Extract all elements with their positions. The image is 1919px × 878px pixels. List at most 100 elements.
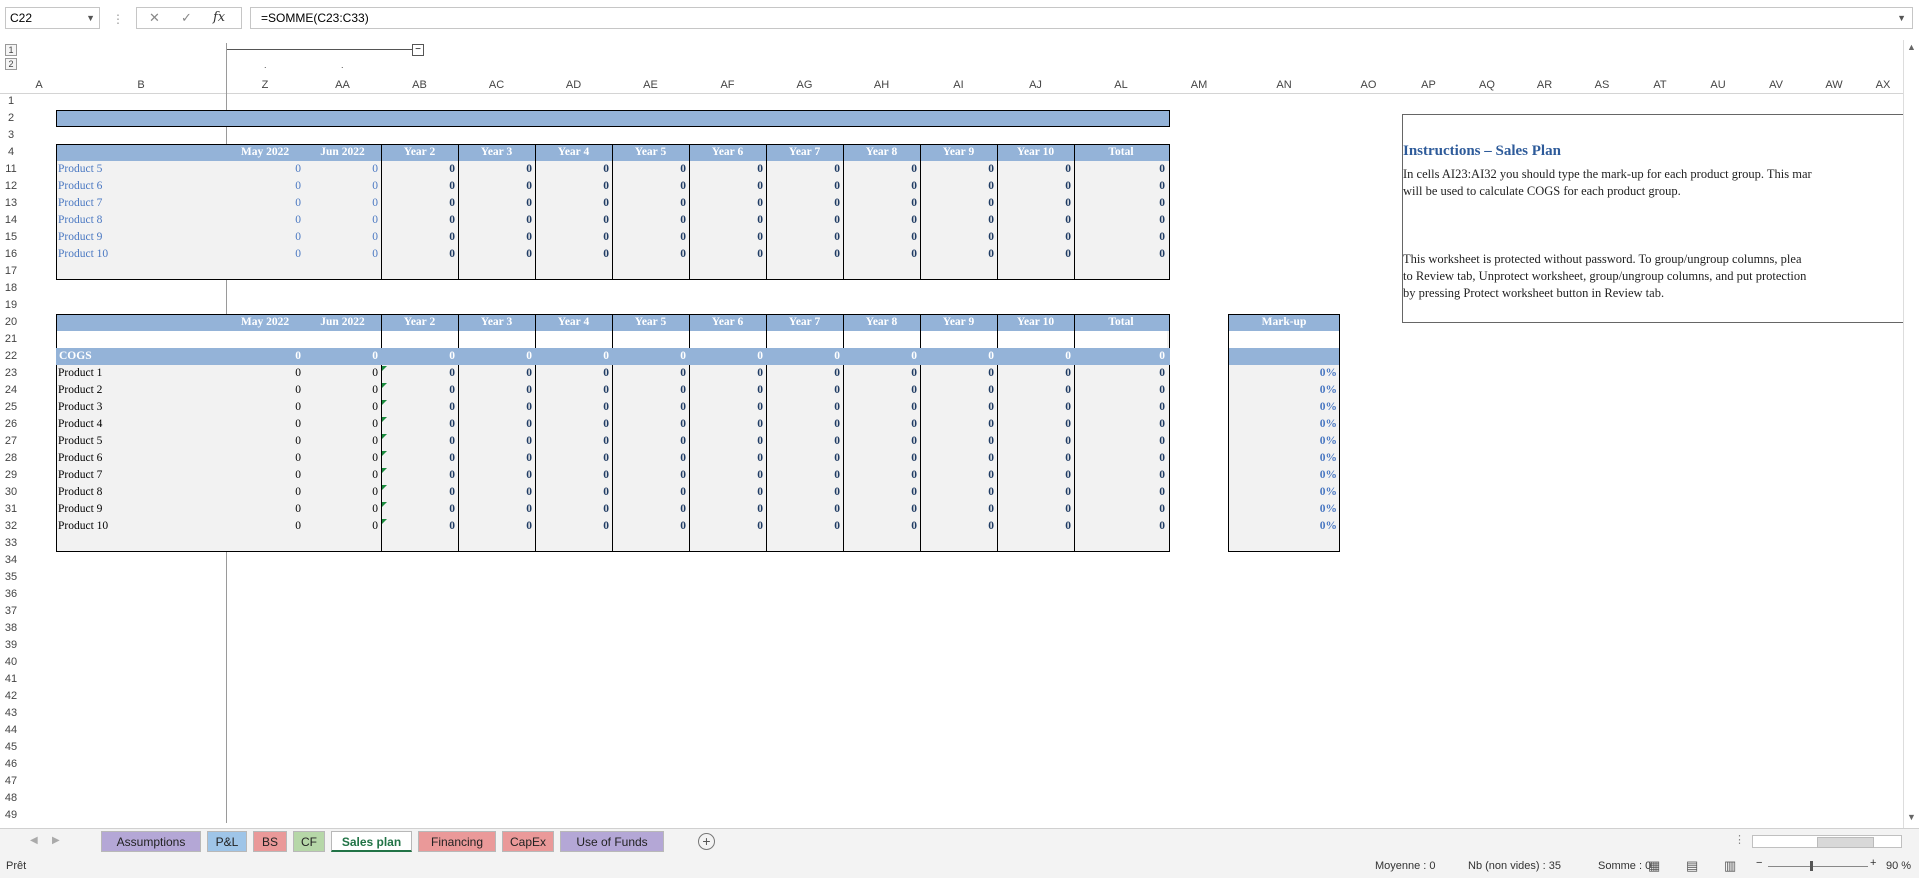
value-cell[interactable]: 0 <box>381 518 458 535</box>
row-header[interactable]: 41 <box>0 671 22 688</box>
value-cell[interactable]: 0 <box>458 229 535 246</box>
value-cell[interactable]: 0 <box>920 484 997 501</box>
value-cell[interactable]: 0 <box>458 161 535 178</box>
value-cell[interactable]: 0 <box>689 450 766 467</box>
value-cell[interactable]: 0 <box>304 382 381 399</box>
value-cell[interactable]: 0 <box>920 212 997 229</box>
value-cell[interactable]: 0 <box>997 501 1074 518</box>
row-header[interactable]: 29 <box>0 467 22 484</box>
value-cell[interactable]: 0 <box>226 467 304 484</box>
row-header[interactable]: 11 <box>0 161 22 178</box>
formula-input[interactable]: =SOMME(C23:C33) ▼ <box>250 7 1913 29</box>
value-cell[interactable]: 0 <box>1074 416 1168 433</box>
row-label[interactable]: Product 1 <box>56 365 228 382</box>
value-cell[interactable]: 0 <box>766 382 843 399</box>
value-cell[interactable]: 0 <box>535 178 612 195</box>
outline-level-1-button[interactable]: 1 <box>5 44 17 56</box>
row-header[interactable]: 13 <box>0 195 22 212</box>
value-cell[interactable]: 0 <box>458 365 535 382</box>
value-cell[interactable]: 0 <box>381 246 458 263</box>
value-cell[interactable]: 0 <box>1074 195 1168 212</box>
value-cell[interactable]: 0 <box>997 229 1074 246</box>
row-label[interactable]: Product 2 <box>56 382 228 399</box>
name-box[interactable]: C22 ▼ <box>5 7 100 29</box>
row-label[interactable]: Product 8 <box>56 212 228 229</box>
value-cell[interactable]: 0 <box>226 212 304 229</box>
sheet-tab[interactable]: CF <box>293 831 325 852</box>
value-cell[interactable]: 0 <box>843 484 920 501</box>
value-cell[interactable]: 0 <box>1074 229 1168 246</box>
value-cell[interactable]: 0 <box>535 450 612 467</box>
value-cell[interactable]: 0 <box>843 467 920 484</box>
row-header[interactable]: 49 <box>0 807 22 824</box>
column-header[interactable]: AX <box>1863 78 1903 93</box>
scroll-down-icon[interactable]: ▼ <box>1907 812 1916 822</box>
horizontal-scroll-thumb[interactable] <box>1817 837 1874 848</box>
value-cell[interactable]: 0 <box>458 450 535 467</box>
row-header[interactable]: 32 <box>0 518 22 535</box>
value-cell[interactable]: 0 <box>843 178 920 195</box>
row-header[interactable]: 34 <box>0 552 22 569</box>
value-cell[interactable]: 0 <box>304 484 381 501</box>
value-cell[interactable]: 0 <box>843 433 920 450</box>
value-cell[interactable]: 0 <box>997 178 1074 195</box>
cogs-value[interactable]: 0 <box>535 348 612 365</box>
cogs-value[interactable]: 0 <box>226 348 304 365</box>
value-cell[interactable]: 0 <box>304 416 381 433</box>
next-sheet-icon[interactable]: ▶ <box>52 835 60 846</box>
page-break-view-icon[interactable]: ▥ <box>1724 858 1736 874</box>
value-cell[interactable]: 0 <box>381 229 458 246</box>
row-header[interactable]: 39 <box>0 637 22 654</box>
value-cell[interactable]: 0 <box>766 229 843 246</box>
column-header[interactable]: AT <box>1631 78 1689 93</box>
value-cell[interactable]: 0 <box>843 212 920 229</box>
value-cell[interactable]: 0 <box>1074 178 1168 195</box>
value-cell[interactable]: 0 <box>304 450 381 467</box>
value-cell[interactable]: 0 <box>843 416 920 433</box>
row-label[interactable]: Product 9 <box>56 229 228 246</box>
value-cell[interactable]: 0 <box>920 161 997 178</box>
value-cell[interactable]: 0 <box>226 484 304 501</box>
value-cell[interactable]: 0 <box>381 365 458 382</box>
row-header[interactable]: 38 <box>0 620 22 637</box>
column-header[interactable]: AJ <box>997 78 1074 93</box>
value-cell[interactable]: 0 <box>458 212 535 229</box>
row-header[interactable]: 33 <box>0 535 22 552</box>
value-cell[interactable]: 0 <box>766 484 843 501</box>
row-header[interactable]: 26 <box>0 416 22 433</box>
markup-input[interactable]: 0% <box>1228 382 1340 399</box>
row-header[interactable]: 42 <box>0 688 22 705</box>
value-cell[interactable]: 0 <box>920 399 997 416</box>
value-cell[interactable]: 0 <box>689 229 766 246</box>
row-label[interactable]: Product 6 <box>56 450 228 467</box>
value-cell[interactable]: 0 <box>920 501 997 518</box>
value-cell[interactable]: 0 <box>997 246 1074 263</box>
column-header[interactable]: AM <box>1168 78 1230 93</box>
value-cell[interactable]: 0 <box>920 382 997 399</box>
value-cell[interactable]: 0 <box>535 399 612 416</box>
value-cell[interactable]: 0 <box>1074 501 1168 518</box>
value-cell[interactable]: 0 <box>226 450 304 467</box>
value-cell[interactable]: 0 <box>843 399 920 416</box>
column-header[interactable]: A <box>22 78 56 93</box>
value-cell[interactable]: 0 <box>381 178 458 195</box>
value-cell[interactable]: 0 <box>766 178 843 195</box>
markup-input[interactable]: 0% <box>1228 484 1340 501</box>
column-header[interactable]: AC <box>458 78 535 93</box>
value-cell[interactable]: 0 <box>689 246 766 263</box>
value-cell[interactable]: 0 <box>226 416 304 433</box>
value-cell[interactable]: 0 <box>304 518 381 535</box>
row-label[interactable]: Product 7 <box>56 467 228 484</box>
value-cell[interactable]: 0 <box>458 246 535 263</box>
value-cell[interactable]: 0 <box>689 212 766 229</box>
cogs-value[interactable]: 0 <box>1074 348 1168 365</box>
row-label[interactable]: Product 10 <box>56 246 228 263</box>
value-cell[interactable]: 0 <box>997 365 1074 382</box>
value-cell[interactable]: 0 <box>304 195 381 212</box>
value-cell[interactable]: 0 <box>1074 518 1168 535</box>
value-cell[interactable]: 0 <box>766 467 843 484</box>
value-cell[interactable]: 0 <box>689 161 766 178</box>
row-header[interactable]: 30 <box>0 484 22 501</box>
row-label[interactable]: Product 8 <box>56 484 228 501</box>
value-cell[interactable]: 0 <box>766 212 843 229</box>
